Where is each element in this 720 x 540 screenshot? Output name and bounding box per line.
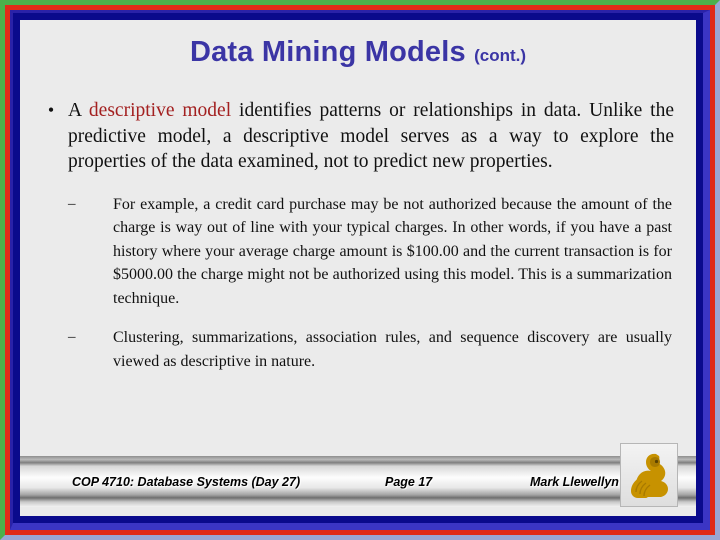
level1-highlight: descriptive model [88,100,232,121]
bullet-level2-1-text: For example, a credit card purchase may … [113,195,672,307]
bullet-level2-1: – For example, a credit card purchase ma… [20,193,688,311]
bullet-marker-level2-1: – [68,195,76,212]
slide-body: • A descriptive model identifies pattern… [20,98,688,446]
slide-title-suffix: (cont.) [474,46,527,65]
footer-page-number: Page 17 [385,475,433,489]
slide: Data Mining Models (cont.) • A descripti… [0,0,720,540]
ucf-pegasus-logo [620,443,678,507]
bullet-level1-text: A descriptive model identifies patterns … [68,98,680,175]
bullet-level2-2-text: Clustering, summarizations, association … [113,329,672,370]
bullet-marker-level1: • [47,100,55,120]
slide-title: Data Mining Models (cont.) [20,36,696,69]
bullet-level1: • A descriptive model identifies pattern… [20,98,688,175]
bullet-marker-level2-2: – [68,329,76,345]
bullet-level2-2: – Clustering, summarizations, associatio… [20,326,688,373]
footer-author-label: Mark Llewellyn © [530,475,632,489]
level1-lead: A [68,100,89,121]
slide-footer: COP 4710: Database Systems (Day 27) Page… [20,443,696,507]
footer-text-row: COP 4710: Database Systems (Day 27) Page… [20,469,696,495]
slide-title-main: Data Mining Models [189,36,466,68]
slide-content-plate: Data Mining Models (cont.) • A descripti… [20,20,696,516]
footer-course-label: COP 4710: Database Systems (Day 27) [72,475,301,489]
